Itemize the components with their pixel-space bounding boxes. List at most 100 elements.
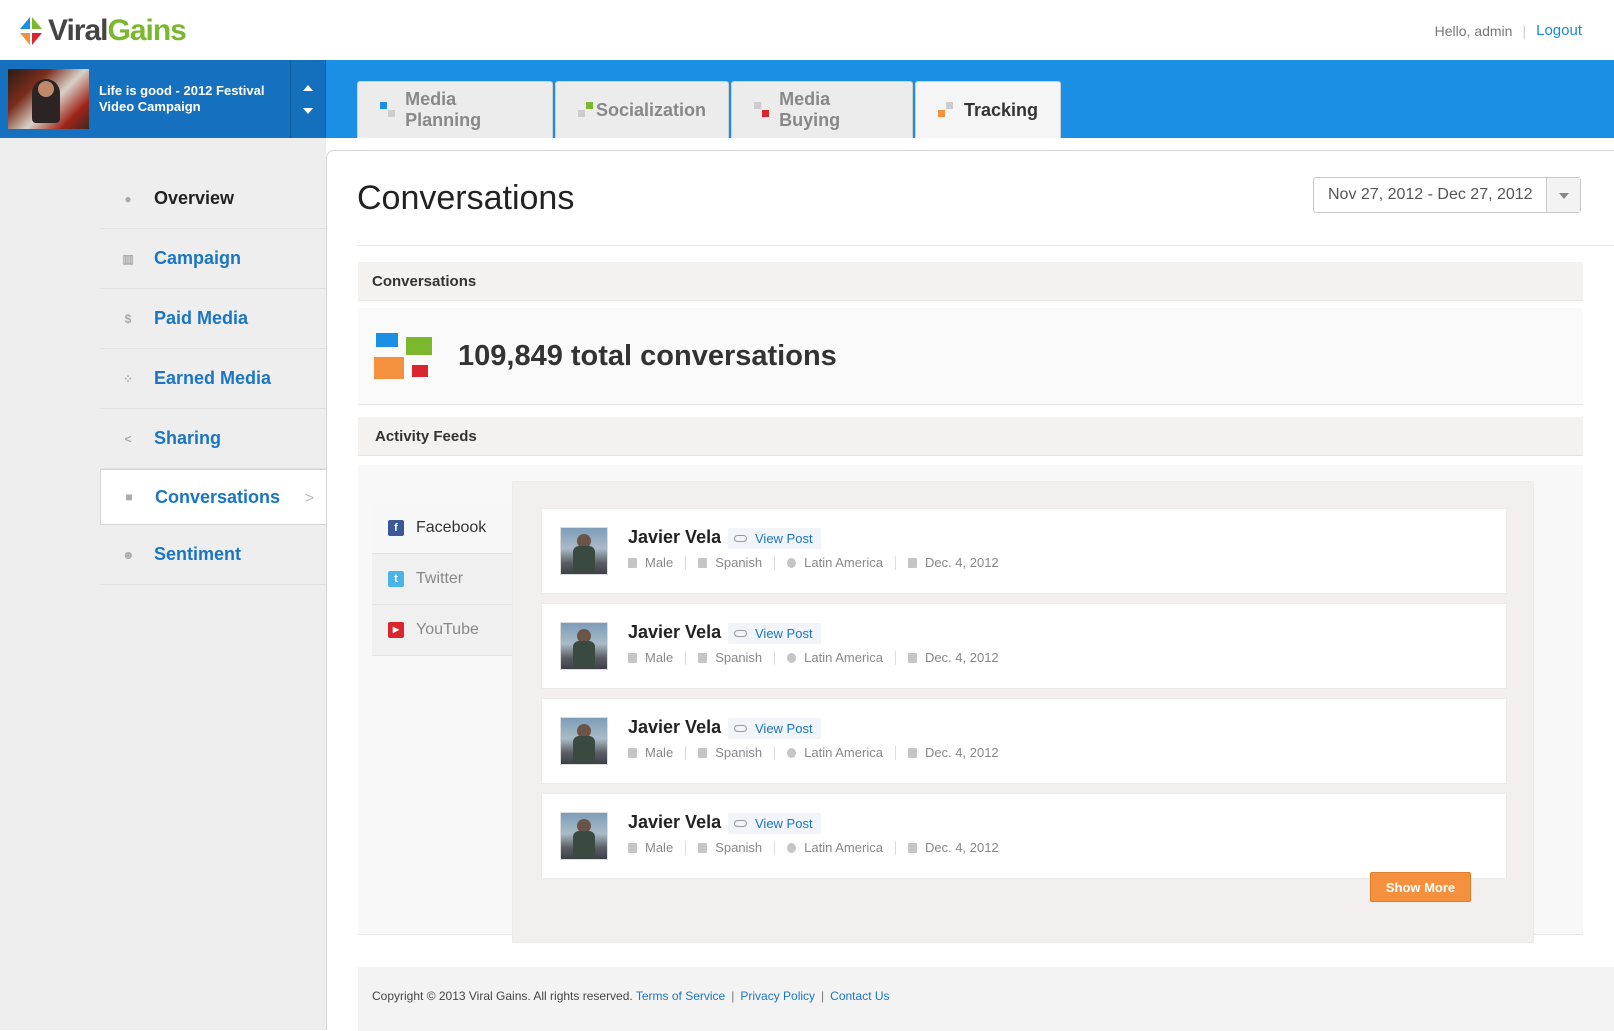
language: Spanish: [715, 840, 763, 855]
post-date: Dec. 4, 2012: [924, 650, 999, 665]
facebook-icon: f: [388, 520, 404, 536]
contact-link[interactable]: Contact Us: [830, 989, 889, 1003]
date-range-picker[interactable]: Nov 27, 2012 - Dec 27, 2012: [1313, 177, 1581, 213]
tab-label: Media Planning: [405, 89, 482, 130]
arrow-down-icon[interactable]: [303, 108, 313, 114]
link-icon: [734, 630, 747, 637]
share-icon: <: [124, 431, 132, 446]
author-name[interactable]: Javier Vela: [628, 622, 721, 643]
page-title: Conversations: [357, 179, 575, 217]
author-name[interactable]: Javier Vela: [628, 717, 721, 738]
sidebar-item-sharing[interactable]: < Sharing: [100, 409, 326, 469]
gender: Male: [645, 840, 674, 855]
calendar-icon: [907, 842, 917, 853]
copyright-text: Copyright © 2013 Viral Gains. All rights…: [372, 989, 633, 1003]
tab-media-buying[interactable]: Media Buying: [731, 81, 913, 138]
conversations-icon: [372, 331, 432, 381]
conversations-panel-heading: Conversations: [358, 262, 1583, 301]
feed-tab-label: YouTube: [416, 621, 479, 638]
post-meta: Male Spanish Latin America Dec. 4, 2012: [628, 745, 1011, 760]
view-post-link[interactable]: View Post: [728, 623, 821, 644]
tab-socialization[interactable]: Socialization: [555, 81, 729, 138]
chevron-right-icon: >: [304, 490, 314, 507]
tab-media-planning[interactable]: Media Planning: [357, 81, 553, 138]
feed-tab-twitter[interactable]: t Twitter: [372, 554, 512, 605]
globe-icon: [787, 747, 797, 758]
campaign-thumbnail: [8, 69, 89, 129]
view-post-label: View Post: [755, 721, 813, 736]
activity-feeds-panel: f Facebook t Twitter ▶ YouTube Javier Vela …: [358, 465, 1583, 943]
privacy-link[interactable]: Privacy Policy: [740, 989, 815, 1003]
sidebar-item-label: Earned Media: [154, 368, 272, 388]
smiley-icon: ☻: [122, 547, 135, 562]
view-post-link[interactable]: View Post: [728, 813, 821, 834]
user-icon: [628, 557, 637, 568]
speaker-icon: [698, 652, 708, 663]
socialization-icon: [578, 102, 593, 118]
post-date: Dec. 4, 2012: [924, 555, 999, 570]
campaign-selector[interactable]: Life is good - 2012 Festival Video Campa…: [0, 60, 326, 138]
view-post-link[interactable]: View Post: [728, 718, 821, 739]
globe-icon: [787, 557, 797, 568]
tab-label: Tracking: [963, 99, 1038, 120]
tab-label: Media Buying: [779, 89, 841, 130]
chevron-down-icon[interactable]: [1546, 178, 1580, 212]
feed-tab-label: Facebook: [416, 519, 487, 536]
youtube-icon: ▶: [388, 622, 404, 638]
author-name[interactable]: Javier Vela: [628, 527, 721, 548]
divider: |: [1522, 22, 1527, 39]
campaign-title: Life is good - 2012 Festival Video Campa…: [99, 83, 265, 114]
people-icon: ⁘: [122, 371, 134, 386]
post-meta: Male Spanish Latin America Dec. 4, 2012: [628, 555, 1011, 570]
greeting-text: Hello, admin: [1434, 22, 1513, 39]
avatar: [560, 717, 608, 765]
terms-link[interactable]: Terms of Service: [636, 989, 725, 1003]
globe-icon: [787, 842, 797, 853]
tab-tracking[interactable]: Tracking: [915, 81, 1061, 138]
twitter-icon: t: [388, 571, 404, 587]
feed-source-tabs: f Facebook t Twitter ▶ YouTube: [372, 503, 512, 656]
logo-text-viral: Viral: [48, 14, 108, 47]
sidebar-item-conversations[interactable]: ■ Conversations >: [100, 469, 326, 525]
globe-icon: ●: [124, 191, 132, 206]
author-name[interactable]: Javier Vela: [628, 812, 721, 833]
activity-feeds-heading: Activity Feeds: [358, 417, 1583, 456]
list-item: Javier Vela View Post Male Spanish Latin…: [541, 793, 1507, 879]
tab-label: Socialization: [595, 99, 706, 120]
sidebar-item-campaign[interactable]: ▥ Campaign: [100, 229, 326, 289]
media-planning-icon: [380, 102, 395, 118]
logout-link[interactable]: Logout: [1536, 22, 1582, 39]
language: Spanish: [715, 745, 763, 760]
calendar-icon: [907, 652, 917, 663]
sidebar-item-label: Conversations: [155, 486, 281, 507]
logo-text-gains: Gains: [107, 14, 187, 47]
sidebar-item-sentiment[interactable]: ☻ Sentiment: [100, 525, 326, 585]
link-icon: [734, 535, 747, 542]
campaign-switcher[interactable]: [290, 60, 325, 138]
gender: Male: [645, 555, 674, 570]
user-icon: [628, 747, 637, 758]
arrow-up-icon[interactable]: [303, 85, 313, 91]
view-post-link[interactable]: View Post: [728, 528, 821, 549]
show-more-button[interactable]: Show More: [1370, 872, 1471, 902]
language: Spanish: [715, 650, 763, 665]
feed-tab-facebook[interactable]: f Facebook: [372, 503, 512, 554]
sidebar-item-paid-media[interactable]: $ Paid Media: [100, 289, 326, 349]
region: Latin America: [804, 840, 883, 855]
feed-tab-youtube[interactable]: ▶ YouTube: [372, 605, 512, 656]
calendar-icon: [907, 747, 917, 758]
user-icon: [628, 842, 637, 853]
sidebar-item-label: Campaign: [154, 248, 242, 268]
calendar-icon: [907, 557, 917, 568]
sidebar-item-overview[interactable]: ● Overview: [100, 169, 326, 229]
gender: Male: [645, 745, 674, 760]
sidebar-item-earned-media[interactable]: ⁘ Earned Media: [100, 349, 326, 409]
view-post-label: View Post: [755, 531, 813, 546]
region: Latin America: [804, 555, 883, 570]
viralgains-logo[interactable]: ViralGains: [16, 14, 187, 48]
total-conversations: 109,849 total conversations: [458, 339, 837, 372]
sidebar-item-label: Paid Media: [154, 308, 249, 328]
bar-chart-icon: ▥: [122, 251, 134, 266]
view-post-label: View Post: [755, 816, 813, 831]
speaker-icon: [698, 747, 708, 758]
